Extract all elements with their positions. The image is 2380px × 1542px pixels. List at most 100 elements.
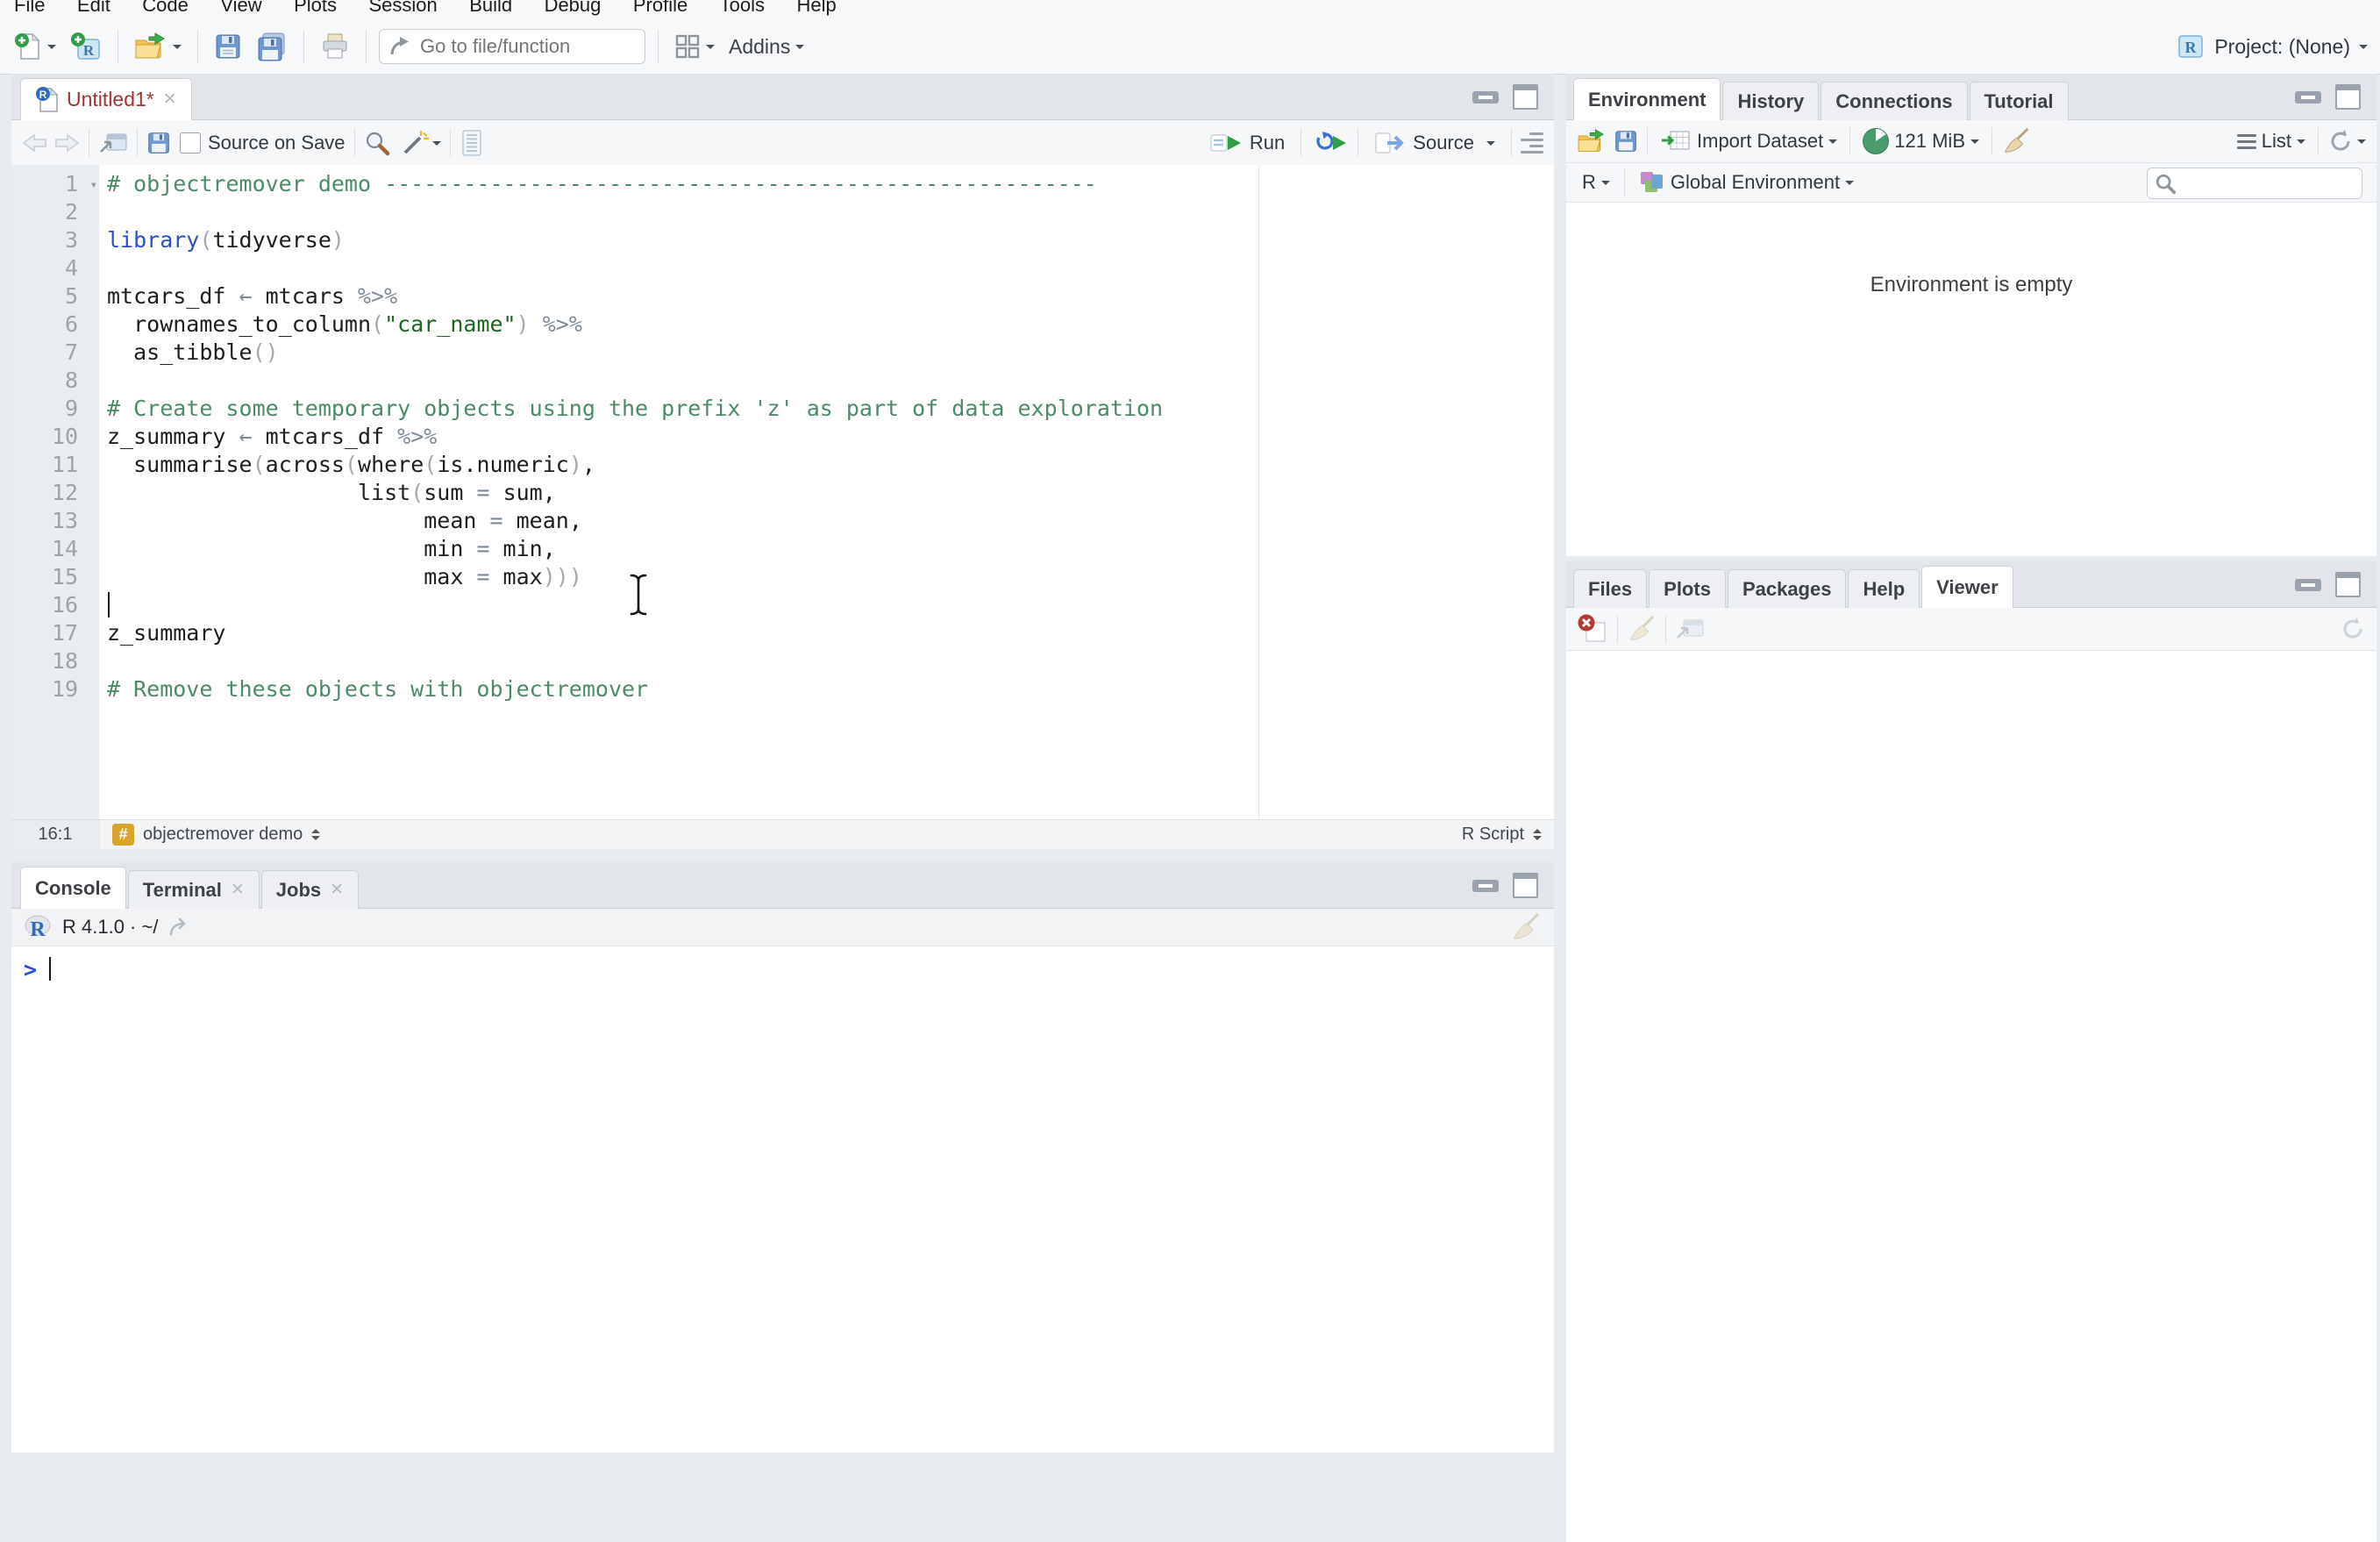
maximize-pane-icon[interactable]: [1513, 873, 1538, 898]
refresh-caret[interactable]: [2357, 139, 2366, 148]
menu-build[interactable]: Build: [455, 0, 526, 17]
tab-jobs[interactable]: Jobs ✕: [260, 870, 360, 909]
code-line[interactable]: library(tidyverse): [107, 226, 1554, 254]
maximize-pane-icon[interactable]: [1513, 84, 1538, 110]
menu-profile[interactable]: Profile: [619, 0, 702, 17]
menu-edit[interactable]: Edit: [63, 0, 125, 17]
clear-viewer-icon[interactable]: [1577, 613, 1608, 645]
menu-tools[interactable]: Tools: [706, 0, 779, 17]
viewer-refresh-icon[interactable]: [2340, 616, 2366, 642]
tab-console[interactable]: Console: [20, 867, 126, 909]
code-line[interactable]: [107, 254, 1554, 282]
tab-history[interactable]: History: [1722, 82, 1820, 120]
language-selector[interactable]: R: [1577, 169, 1615, 196]
minimize-pane-icon[interactable]: [1472, 90, 1499, 104]
code-line[interactable]: [107, 647, 1554, 675]
maximize-pane-icon[interactable]: [2335, 572, 2361, 597]
menu-plots[interactable]: Plots: [280, 0, 351, 17]
new-project-button[interactable]: R: [63, 28, 109, 65]
code-line[interactable]: # objectremover demo -------------------…: [107, 170, 1554, 198]
tab-environment[interactable]: Environment: [1573, 78, 1721, 120]
compile-report-icon[interactable]: [460, 129, 484, 157]
line-number[interactable]: 10: [11, 423, 99, 451]
save-icon[interactable]: [146, 131, 171, 155]
magic-wand-icon[interactable]: [401, 130, 429, 156]
line-number[interactable]: 1: [11, 170, 99, 199]
save-button[interactable]: [207, 29, 249, 64]
line-number[interactable]: 8: [11, 367, 99, 395]
tab-files[interactable]: Files: [1573, 569, 1648, 608]
tab-close-icon[interactable]: ✕: [330, 880, 344, 900]
line-number[interactable]: 11: [11, 451, 99, 479]
line-number[interactable]: 5: [11, 282, 99, 311]
forward-icon[interactable]: [53, 132, 80, 154]
maximize-pane-icon[interactable]: [2335, 84, 2361, 110]
tab-tutorial[interactable]: Tutorial: [1969, 82, 2069, 120]
code-line[interactable]: as_tibble(): [107, 339, 1554, 367]
document-outline-icon[interactable]: [1521, 132, 1543, 153]
code-editor[interactable]: 12345678910111213141516171819 # objectre…: [11, 165, 1554, 820]
tab-close-icon[interactable]: ✕: [231, 880, 245, 900]
section-updown-icon[interactable]: [311, 829, 321, 840]
console-body[interactable]: >: [11, 946, 1554, 982]
open-file-button[interactable]: [127, 29, 189, 64]
code-line[interactable]: # Remove these objects with objectremove…: [107, 675, 1554, 703]
import-dataset-button[interactable]: Import Dataset: [1657, 127, 1841, 155]
menu-debug[interactable]: Debug: [531, 0, 616, 17]
minimize-pane-icon[interactable]: [2295, 90, 2321, 104]
line-number[interactable]: 17: [11, 619, 99, 647]
source-button[interactable]: Source: [1367, 127, 1502, 159]
code-line[interactable]: z_summary ← mtcars_df %>%: [107, 423, 1554, 451]
global-environment-selector[interactable]: Global Environment: [1634, 168, 1857, 197]
list-view-button[interactable]: List: [2234, 128, 2309, 154]
line-number[interactable]: 18: [11, 647, 99, 675]
code-line[interactable]: [107, 367, 1554, 395]
minimize-pane-icon[interactable]: [1472, 879, 1499, 892]
code-line[interactable]: mean = mean,: [107, 507, 1554, 535]
new-file-button[interactable]: [7, 28, 63, 65]
refresh-icon[interactable]: [2327, 128, 2354, 154]
line-number[interactable]: 12: [11, 479, 99, 507]
open-in-new-window-icon[interactable]: [1675, 617, 1705, 641]
line-number[interactable]: 9: [11, 395, 99, 423]
goto-file-search[interactable]: [379, 29, 645, 64]
menu-help[interactable]: Help: [782, 0, 850, 17]
tab-connections[interactable]: Connections: [1821, 82, 1968, 120]
line-number[interactable]: 3: [11, 226, 99, 254]
cursor-position[interactable]: 16:1: [11, 820, 100, 849]
run-button[interactable]: Run: [1202, 127, 1292, 159]
save-workspace-icon[interactable]: [1614, 129, 1638, 153]
code-line[interactable]: [107, 198, 1554, 226]
menu-view[interactable]: View: [206, 0, 275, 17]
filetype-selector[interactable]: R Script: [1462, 825, 1554, 845]
line-number[interactable]: 15: [11, 563, 99, 591]
pane-layout-button[interactable]: [667, 30, 722, 63]
line-number[interactable]: 7: [11, 339, 99, 367]
share-arrow-icon[interactable]: [168, 917, 193, 938]
environment-search-box[interactable]: [2147, 168, 2362, 199]
code-line[interactable]: mtcars_df ← mtcars %>%: [107, 282, 1554, 311]
line-number[interactable]: 14: [11, 535, 99, 563]
tab-untitled1[interactable]: R Untitled1* ✕: [20, 78, 192, 120]
clear-environment-broom-icon[interactable]: [2001, 126, 2031, 156]
code-line[interactable]: max = max))): [107, 563, 1554, 591]
tab-packages[interactable]: Packages: [1727, 569, 1847, 608]
code-line[interactable]: list(sum = sum,: [107, 479, 1554, 507]
code-line[interactable]: [107, 591, 1554, 619]
tab-close-icon[interactable]: ✕: [163, 89, 177, 110]
tab-help[interactable]: Help: [1848, 569, 1920, 608]
tab-viewer[interactable]: Viewer: [1921, 566, 2013, 608]
code-line[interactable]: summarise(across(where(is.numeric),: [107, 451, 1554, 479]
line-number[interactable]: 13: [11, 507, 99, 535]
load-workspace-icon[interactable]: [1577, 129, 1607, 153]
save-all-button[interactable]: [249, 28, 295, 65]
source-on-save-checkbox[interactable]: [180, 132, 201, 153]
line-number[interactable]: 19: [11, 675, 99, 703]
tab-terminal[interactable]: Terminal ✕: [127, 870, 260, 909]
clear-all-broom-icon[interactable]: [1627, 614, 1657, 644]
wand-caret[interactable]: [431, 140, 441, 150]
menu-code[interactable]: Code: [128, 0, 203, 17]
clear-console-broom-icon[interactable]: [1510, 911, 1542, 943]
project-menu-button[interactable]: R Project: (None): [2176, 19, 2368, 74]
line-number[interactable]: 16: [11, 591, 99, 619]
